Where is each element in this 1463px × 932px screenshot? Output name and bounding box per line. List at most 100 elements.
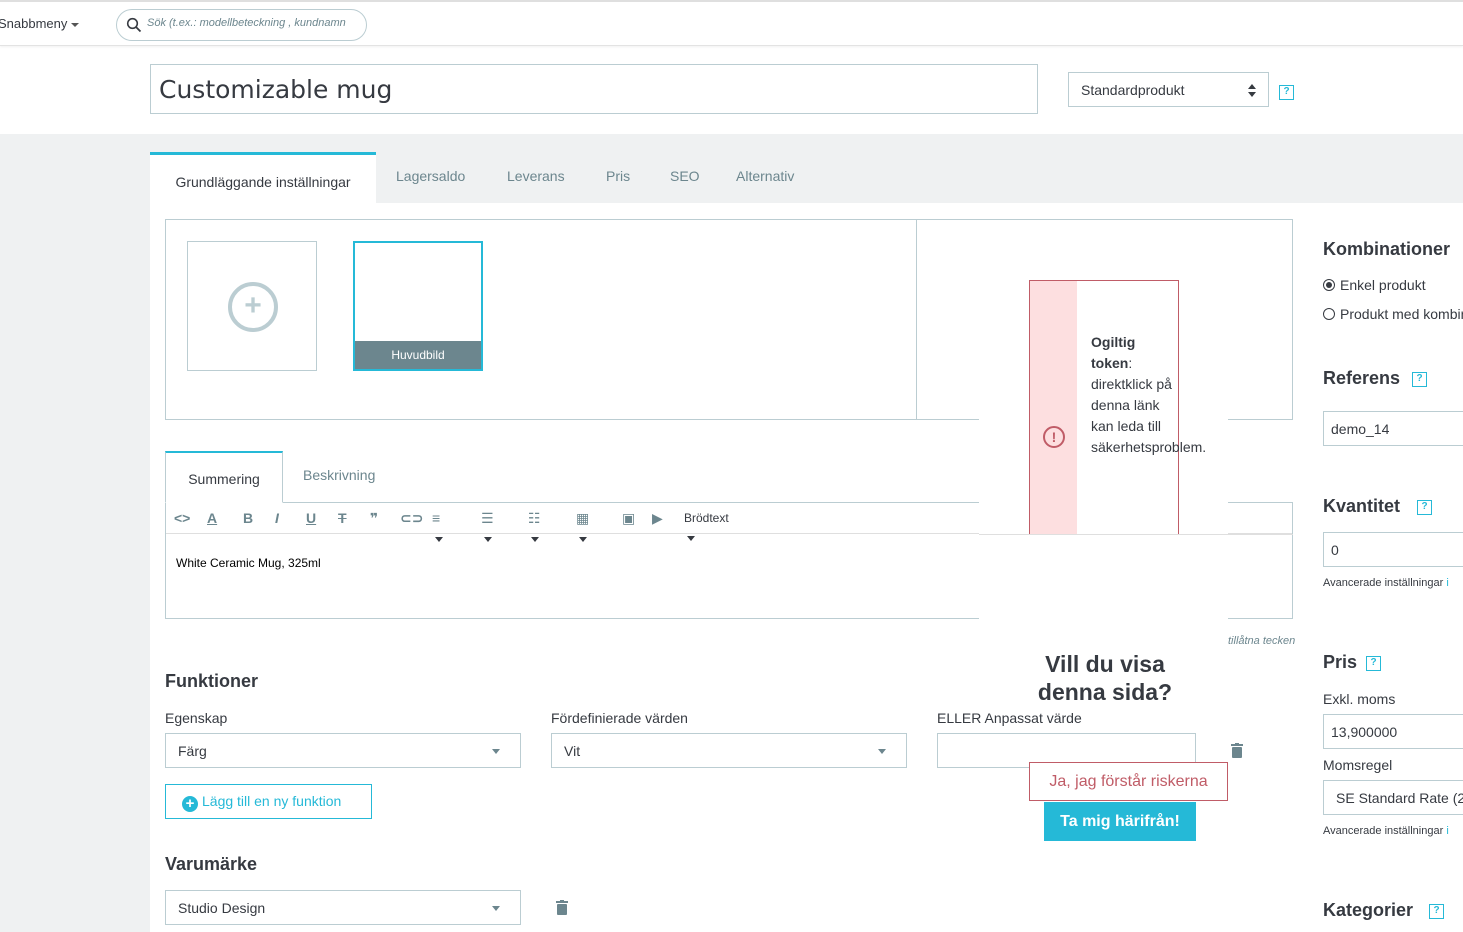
caret-down-icon [687, 536, 695, 542]
help-icon[interactable]: ? [1417, 500, 1432, 515]
main-image-thumbnail[interactable]: Huvudbild [353, 241, 483, 371]
caret-down-icon [71, 22, 80, 27]
accept-risk-button[interactable]: Ja, jag förstår riskerna [1029, 762, 1228, 801]
sort-updown-icon [1248, 84, 1256, 97]
tab-basic-settings[interactable]: Grundläggande inställningar [150, 152, 376, 203]
categories-title: Kategorier [1323, 900, 1414, 920]
quote-icon[interactable]: ❞ [370, 508, 378, 528]
price-title: Pris [1323, 652, 1358, 672]
brand-value: Studio Design [178, 900, 266, 916]
brand-title: Varumärke [165, 854, 258, 874]
info-icon: i [1446, 825, 1449, 837]
numbered-list-dropdown[interactable]: ☷ [528, 508, 541, 542]
tab-description[interactable]: Beskrivning [303, 467, 375, 483]
help-icon[interactable]: ? [1366, 656, 1381, 671]
add-feature-label: Lägg till en ny funktion [202, 793, 342, 809]
link-icon[interactable]: ⊂⊃ [400, 508, 423, 528]
quick-menu-label: Snabbmeny [0, 16, 68, 31]
warning-message: Ogiltig token: direktklick på denna länk… [1091, 332, 1206, 458]
reference-input[interactable]: demo_14 [1323, 411, 1463, 446]
add-image-dropzone[interactable]: + [187, 241, 317, 371]
help-icon[interactable]: ? [1412, 372, 1427, 387]
trash-icon[interactable] [1231, 743, 1243, 758]
advanced-settings-label: Avancerade inställningar [1323, 825, 1444, 837]
excl-tax-price-input[interactable]: 13,900000 [1323, 714, 1463, 749]
caret-down-icon [492, 906, 500, 911]
features-title: Funktioner [165, 671, 258, 691]
tab-pricing[interactable]: Pris [606, 152, 630, 203]
caret-down-icon [878, 749, 886, 754]
image-icon[interactable]: ▣ [622, 508, 635, 528]
brand-select[interactable]: Studio Design [165, 890, 521, 925]
format-label: Brödtext [684, 511, 729, 525]
bullet-list-dropdown[interactable]: ☰ [481, 508, 494, 542]
predefined-values-label: Fördefinierade värden [551, 710, 688, 726]
quantity-title: Kvantitet [1323, 496, 1401, 516]
help-icon[interactable]: ? [1279, 85, 1294, 100]
tax-rule-select[interactable]: SE Standard Rate (25%) [1323, 780, 1463, 815]
font-color-icon[interactable]: A [207, 508, 217, 528]
advanced-settings-link[interactable]: Avancerade inställningar i [1323, 577, 1449, 589]
product-type-value: Standardprodukt [1081, 82, 1185, 98]
predefined-values-select[interactable]: Vit [551, 733, 907, 768]
take-me-away-button[interactable]: Ta mig härifrån! [1044, 802, 1196, 841]
info-icon: i [1446, 577, 1449, 589]
combinations-product-label: Produkt med kombinationer [1340, 306, 1463, 322]
custom-value-label: ELLER Anpassat värde [937, 710, 1082, 726]
product-type-select[interactable]: Standardprodukt [1068, 72, 1269, 107]
tab-shipping[interactable]: Leverans [507, 152, 565, 203]
simple-product-radio[interactable] [1323, 279, 1335, 291]
trash-icon[interactable] [556, 900, 568, 915]
search-icon [126, 17, 142, 33]
main-image-caption: Huvudbild [355, 341, 481, 369]
caret-down-icon [531, 536, 539, 542]
strikethrough-icon[interactable]: T [338, 508, 347, 528]
media-icon[interactable]: ▶ [652, 508, 663, 528]
property-label: Egenskap [165, 710, 228, 726]
combinations-title: Kombinationer [1323, 239, 1451, 259]
property-value: Färg [178, 743, 207, 759]
plus-circle-icon: + [228, 282, 278, 332]
format-dropdown[interactable]: Brödtext [684, 508, 729, 542]
align-dropdown[interactable]: ≡ [432, 508, 443, 542]
search-field[interactable] [116, 9, 367, 41]
simple-product-label: Enkel produkt [1340, 277, 1426, 293]
editor-content[interactable]: White Ceramic Mug, 325ml [176, 556, 321, 570]
bold-icon[interactable]: B [243, 508, 253, 528]
reference-title: Referens [1323, 368, 1401, 388]
search-input[interactable] [147, 17, 362, 29]
advanced-settings-link[interactable]: Avancerade inställningar i [1323, 825, 1449, 837]
predefined-value: Vit [564, 743, 581, 759]
italic-icon[interactable]: I [275, 508, 279, 528]
exclamation-circle-icon: ! [1043, 426, 1065, 448]
tab-seo[interactable]: SEO [670, 152, 700, 203]
images-divider [916, 220, 917, 419]
warning-alert-strip [1030, 281, 1077, 535]
quantity-input[interactable]: 0 [1323, 532, 1463, 567]
tax-rule-value: SE Standard Rate (25%) [1336, 790, 1463, 806]
tab-options[interactable]: Alternativ [736, 152, 794, 203]
combinations-product-radio[interactable] [1323, 308, 1335, 320]
code-view-icon[interactable]: <> [174, 508, 190, 528]
excl-tax-label: Exkl. moms [1323, 691, 1396, 707]
tax-rule-label: Momsregel [1323, 757, 1393, 773]
help-icon[interactable]: ? [1429, 904, 1444, 919]
caret-down-icon [435, 536, 443, 542]
underline-icon[interactable]: U [306, 508, 316, 528]
tab-stock[interactable]: Lagersaldo [396, 152, 465, 203]
quick-menu-dropdown[interactable]: Snabbmeny [0, 16, 80, 31]
caret-down-icon [492, 749, 500, 754]
table-dropdown[interactable]: ▦ [576, 508, 589, 542]
editor-toolbar-divider-cont [979, 534, 1293, 535]
property-select[interactable]: Färg [165, 733, 521, 768]
caret-down-icon [484, 536, 492, 542]
tab-summary[interactable]: Summering [165, 451, 283, 503]
add-feature-button[interactable]: + Lägg till en ny funktion [165, 784, 372, 819]
plus-circle-icon: + [182, 796, 198, 812]
caret-down-icon [579, 536, 587, 542]
warning-question: Vill du visa denna sida? [1037, 651, 1173, 705]
advanced-settings-label: Avancerade inställningar [1323, 577, 1444, 589]
warning-clip [979, 534, 1228, 619]
product-name-input[interactable]: Customizable mug [150, 64, 1038, 114]
char-counter: tillåtna tecken [1228, 635, 1296, 647]
